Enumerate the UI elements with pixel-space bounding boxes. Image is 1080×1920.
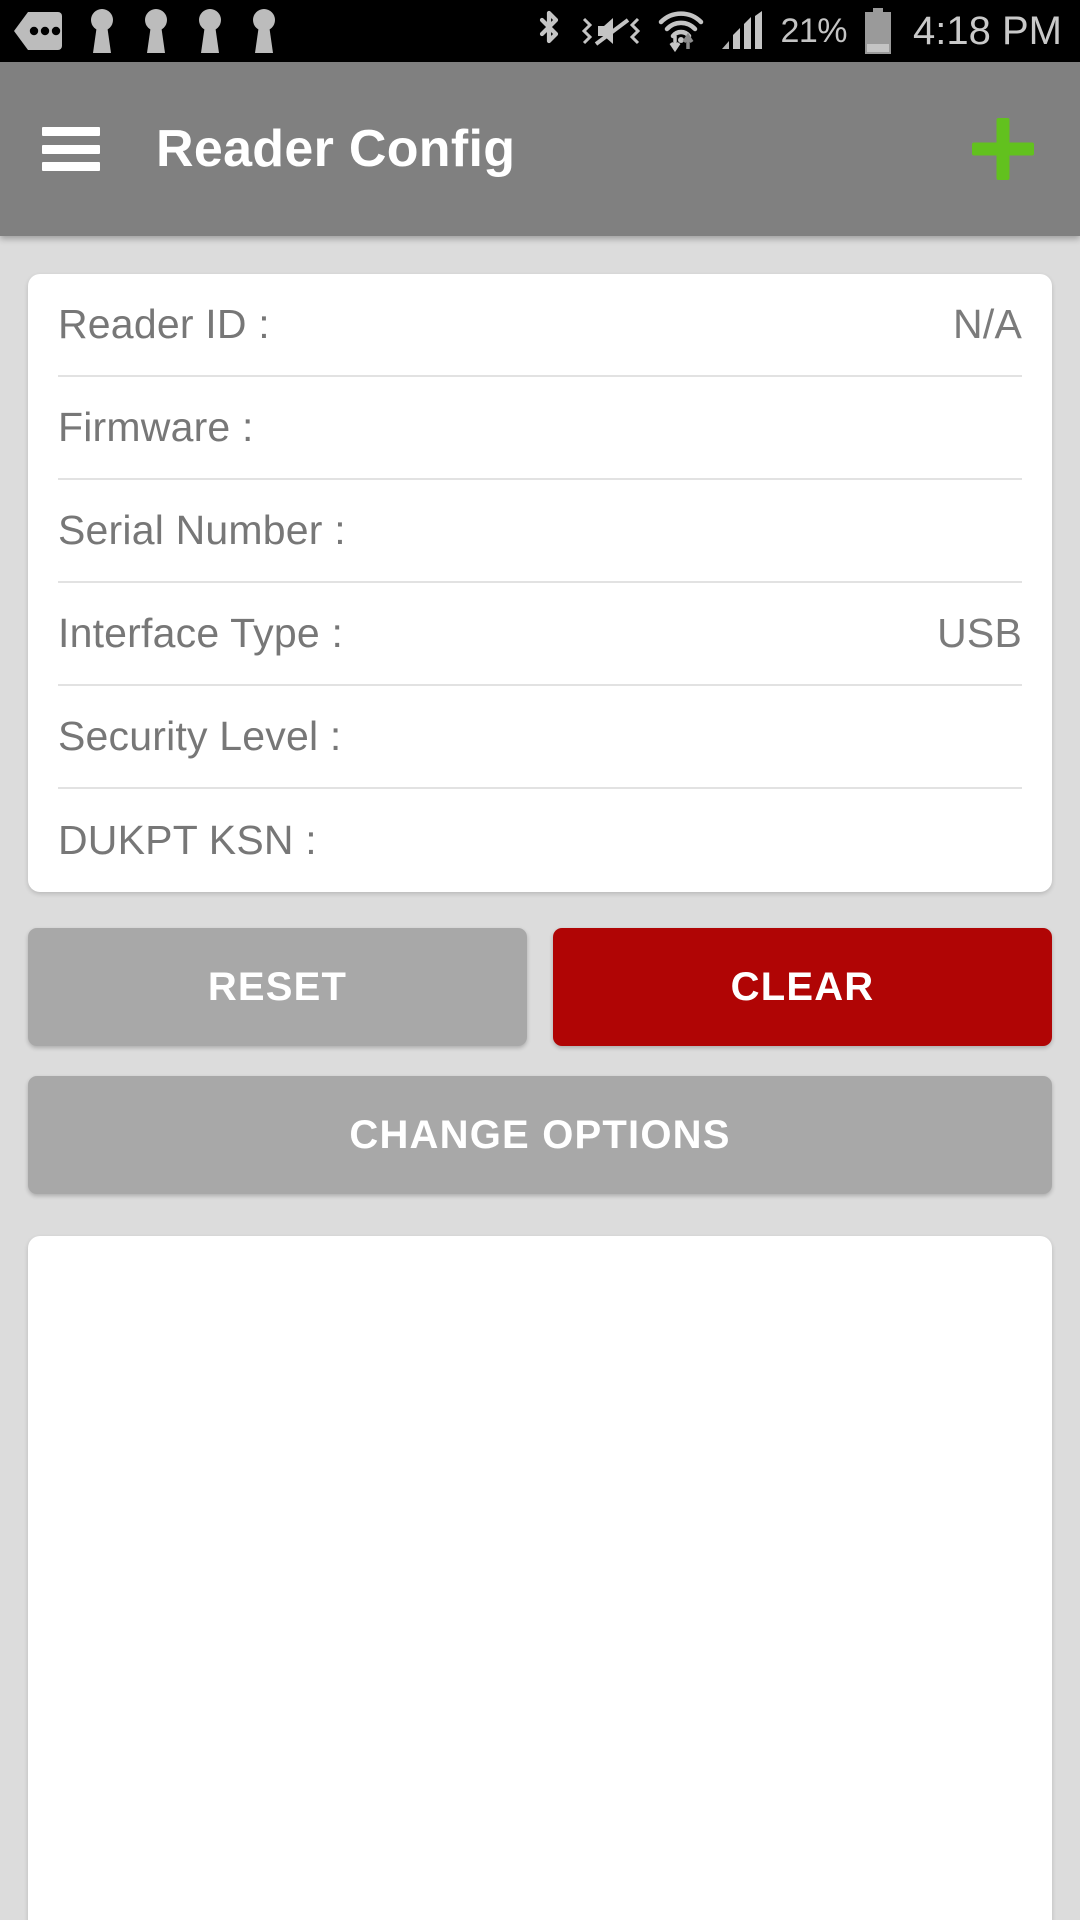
main-content: Reader ID : N/A Firmware : Serial Number…	[0, 236, 1080, 1920]
key-icon	[199, 9, 221, 53]
vibrate-mute-icon	[582, 17, 641, 46]
wifi-data-icon	[659, 11, 704, 53]
info-label: Security Level :	[58, 713, 342, 759]
battery-icon	[865, 8, 892, 54]
cellular-signal-icon	[722, 11, 763, 49]
page-title: Reader Config	[156, 120, 516, 178]
info-label: DUKPT KSN :	[58, 817, 317, 863]
info-row-reader-id: Reader ID : N/A	[58, 274, 1022, 377]
log-output-panel[interactable]	[28, 1236, 1052, 1920]
hamburger-menu-icon[interactable]	[42, 127, 100, 171]
info-label: Reader ID :	[58, 301, 270, 347]
key-icon	[91, 9, 113, 53]
status-bar-system-icons: 21% 4:18 PM	[534, 8, 1062, 54]
info-value: USB	[937, 610, 1022, 656]
info-value: N/A	[953, 301, 1022, 347]
battery-percent-label: 21%	[780, 11, 848, 50]
info-label: Serial Number :	[58, 507, 346, 553]
bluetooth-icon	[540, 10, 559, 44]
key-icon	[145, 9, 167, 53]
plus-icon[interactable]	[966, 112, 1040, 186]
info-label: Firmware :	[58, 404, 254, 450]
reader-info-card: Reader ID : N/A Firmware : Serial Number…	[28, 274, 1052, 892]
status-bar-notifications	[14, 9, 278, 53]
reset-button[interactable]: RESET	[28, 928, 527, 1046]
key-icon	[253, 9, 275, 53]
info-row-interface-type: Interface Type : USB	[58, 583, 1022, 686]
hamburger-bar	[42, 144, 100, 154]
change-options-button[interactable]: CHANGE OPTIONS	[28, 1076, 1052, 1194]
hamburger-bar	[42, 127, 100, 136]
clear-button[interactable]: CLEAR	[553, 928, 1052, 1046]
action-button-row: RESET CLEAR	[28, 928, 1052, 1046]
status-bar: 21% 4:18 PM	[0, 0, 1080, 62]
message-dots-icon	[14, 12, 62, 50]
info-row-firmware: Firmware :	[58, 377, 1022, 480]
info-row-serial-number: Serial Number :	[58, 480, 1022, 583]
hamburger-bar	[42, 162, 100, 171]
info-row-dukpt-ksn: DUKPT KSN :	[58, 789, 1022, 892]
status-bar-clock: 4:18 PM	[913, 8, 1062, 53]
info-label: Interface Type :	[58, 610, 344, 656]
info-row-security-level: Security Level :	[58, 686, 1022, 789]
app-bar: Reader Config	[0, 62, 1080, 236]
